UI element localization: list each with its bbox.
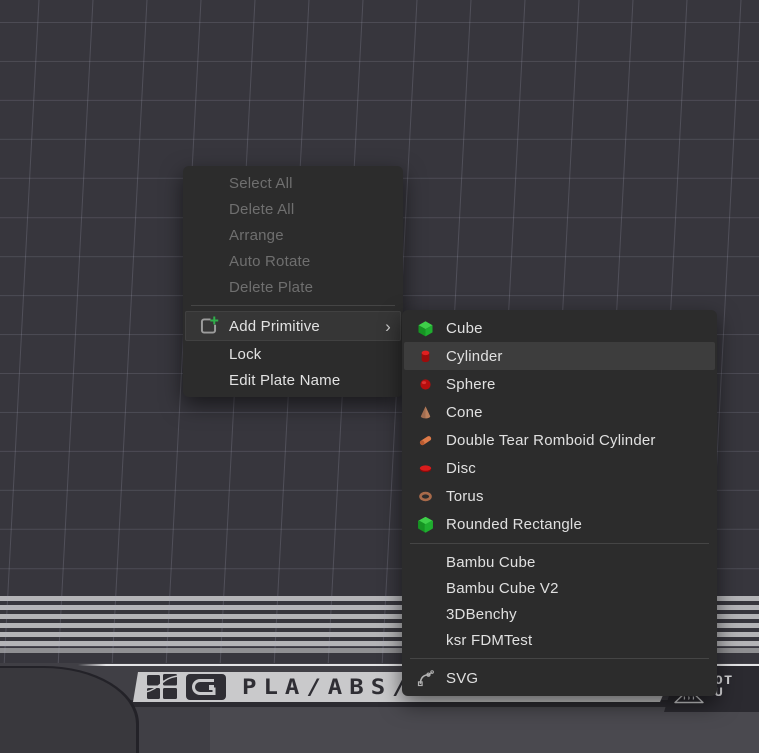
menu-item-delete-all: Delete All [183,196,403,222]
submenu-item-3dbenchy[interactable]: 3DBenchy [402,601,717,627]
submenu-item-ksr-fdmtest[interactable]: ksr FDMTest [402,627,717,653]
submenu-item-bambu-cube-v2[interactable]: Bambu Cube V2 [402,575,717,601]
submenu-item-bambu-cube[interactable]: Bambu Cube [402,549,717,575]
romboid-cylinder-icon [416,431,434,449]
submenu-item-disc[interactable]: Disc [402,454,717,482]
submenu-item-svg[interactable]: SVG [402,664,717,692]
submenu-chevron-icon: › [385,318,391,335]
submenu-item-cylinder[interactable]: Cylinder [404,342,715,370]
svg-curve-icon [416,669,434,687]
sphere-icon [416,375,434,393]
menu-item-select-all: Select All [183,170,403,196]
submenu-item-sphere[interactable]: Sphere [402,370,717,398]
add-primitive-icon [198,316,219,337]
submenu-item-double-tear-romboid-cylinder[interactable]: Double Tear Romboid Cylinder [402,426,717,454]
submenu-item-cube[interactable]: Cube [402,314,717,342]
plate-front-face [210,706,759,753]
menu-separator [191,305,395,306]
menu-item-delete-plate: Delete Plate [183,274,403,300]
menu-item-auto-rotate: Auto Rotate [183,248,403,274]
plate-corner-cutout [0,666,139,753]
bambu-logo-icon [146,674,178,700]
submenu-item-cone[interactable]: Cone [402,398,717,426]
submenu-item-torus[interactable]: Torus [402,482,717,510]
menu-item-add-primitive[interactable]: Add Primitive › [185,311,401,341]
submenu-item-rounded-rectangle[interactable]: Rounded Rectangle [402,510,717,538]
slicer-3d-viewport[interactable]: PLA/ABS/PETG HOT SU Select All Delete Al… [0,0,759,753]
submenu-separator [410,543,709,544]
cone-icon [416,403,434,421]
submenu-separator [410,658,709,659]
menu-item-edit-plate-name[interactable]: Edit Plate Name [183,367,403,393]
torus-icon [416,487,434,505]
menu-item-lock[interactable]: Lock [183,341,403,367]
disc-icon [416,459,434,477]
menu-item-arrange: Arrange [183,222,403,248]
plate-context-menu: Select All Delete All Arrange Auto Rotat… [183,166,403,397]
add-primitive-submenu: Cube Cylinder Sphere [402,310,717,696]
cube-icon [416,319,434,337]
plate-code-icon [186,674,226,700]
cylinder-icon [416,347,434,365]
rounded-rectangle-icon [416,515,434,533]
